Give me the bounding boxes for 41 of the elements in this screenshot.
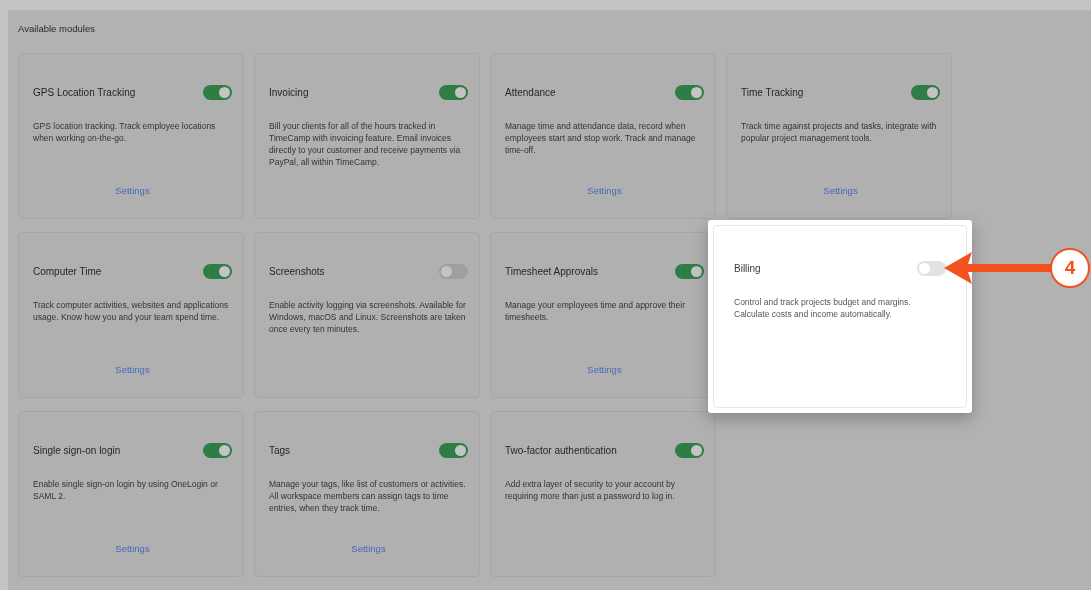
module-description: Manage your employees time and approve their timesheets. <box>505 299 687 323</box>
toggle-switch[interactable] <box>439 443 468 458</box>
module-title: Time Tracking <box>741 86 804 100</box>
module-title: GPS Location Tracking <box>33 86 136 100</box>
toggle-switch[interactable] <box>917 261 946 276</box>
module-description: Track computer activities, websites and applications usage. Know how you and your team spend time. <box>33 299 230 323</box>
toggle-switch[interactable] <box>439 85 468 100</box>
toggle-switch[interactable] <box>675 85 704 100</box>
settings-link[interactable]: Settings <box>115 183 150 198</box>
section-heading: Available modules <box>18 22 96 36</box>
module-description: Enable single sign-on login by using OneLogin or SAML 2. <box>33 478 219 502</box>
module-title: Attendance <box>505 86 556 100</box>
module-description: Manage your tags, like list of customers or activities. All workspace members can assign tags to time entries, when they track time. <box>269 478 467 514</box>
settings-link[interactable]: Settings <box>351 541 386 556</box>
module-title: Two-factor authentication <box>505 444 617 458</box>
settings-link[interactable]: Settings <box>115 362 150 377</box>
module-title: Invoicing <box>269 86 309 100</box>
toggle-switch[interactable] <box>675 443 704 458</box>
toggle-switch[interactable] <box>203 85 232 100</box>
module-title: Timesheet Approvals <box>505 265 598 279</box>
settings-link[interactable]: Settings <box>587 362 622 377</box>
module-title: Billing <box>734 262 761 276</box>
toggle-switch[interactable] <box>203 443 232 458</box>
module-title: Single sign-on login <box>33 444 121 458</box>
module-title: Computer Time <box>33 265 102 279</box>
module-description: Control and track projects budget and margins. Calculate costs and income automatically. <box>734 296 912 320</box>
settings-link[interactable]: Settings <box>115 541 150 556</box>
module-description: Track time against projects and tasks, integrate with popular project management tools. <box>741 120 938 144</box>
toggle-switch[interactable] <box>439 264 468 279</box>
module-title: Screenshots <box>269 265 325 279</box>
module-description: Add extra layer of security to your account by requiring more than just a password to log in. <box>505 478 677 502</box>
module-description: GPS location tracking. Track employee locations when working on-the-go. <box>33 120 217 144</box>
toggle-switch[interactable] <box>675 264 704 279</box>
toggle-switch[interactable] <box>203 264 232 279</box>
settings-link[interactable]: Settings <box>823 183 858 198</box>
module-description: Bill your clients for all of the hours tracked in TimeCamp with invoicing feature. Email invoices directly to your customer and receive payments via PayPal, all within TimeCamp. <box>269 120 462 168</box>
module-description: Manage time and attendance data, record when employees start and stop work. Track and manage time-off. <box>505 120 697 156</box>
toggle-switch[interactable] <box>911 85 940 100</box>
module-title: Tags <box>269 444 291 458</box>
module-description: Enable activity logging via screenshots. Available for Windows, macOS and Linux. Screenshots are taken once every ten minutes. <box>269 299 467 335</box>
settings-link[interactable]: Settings <box>587 183 622 198</box>
